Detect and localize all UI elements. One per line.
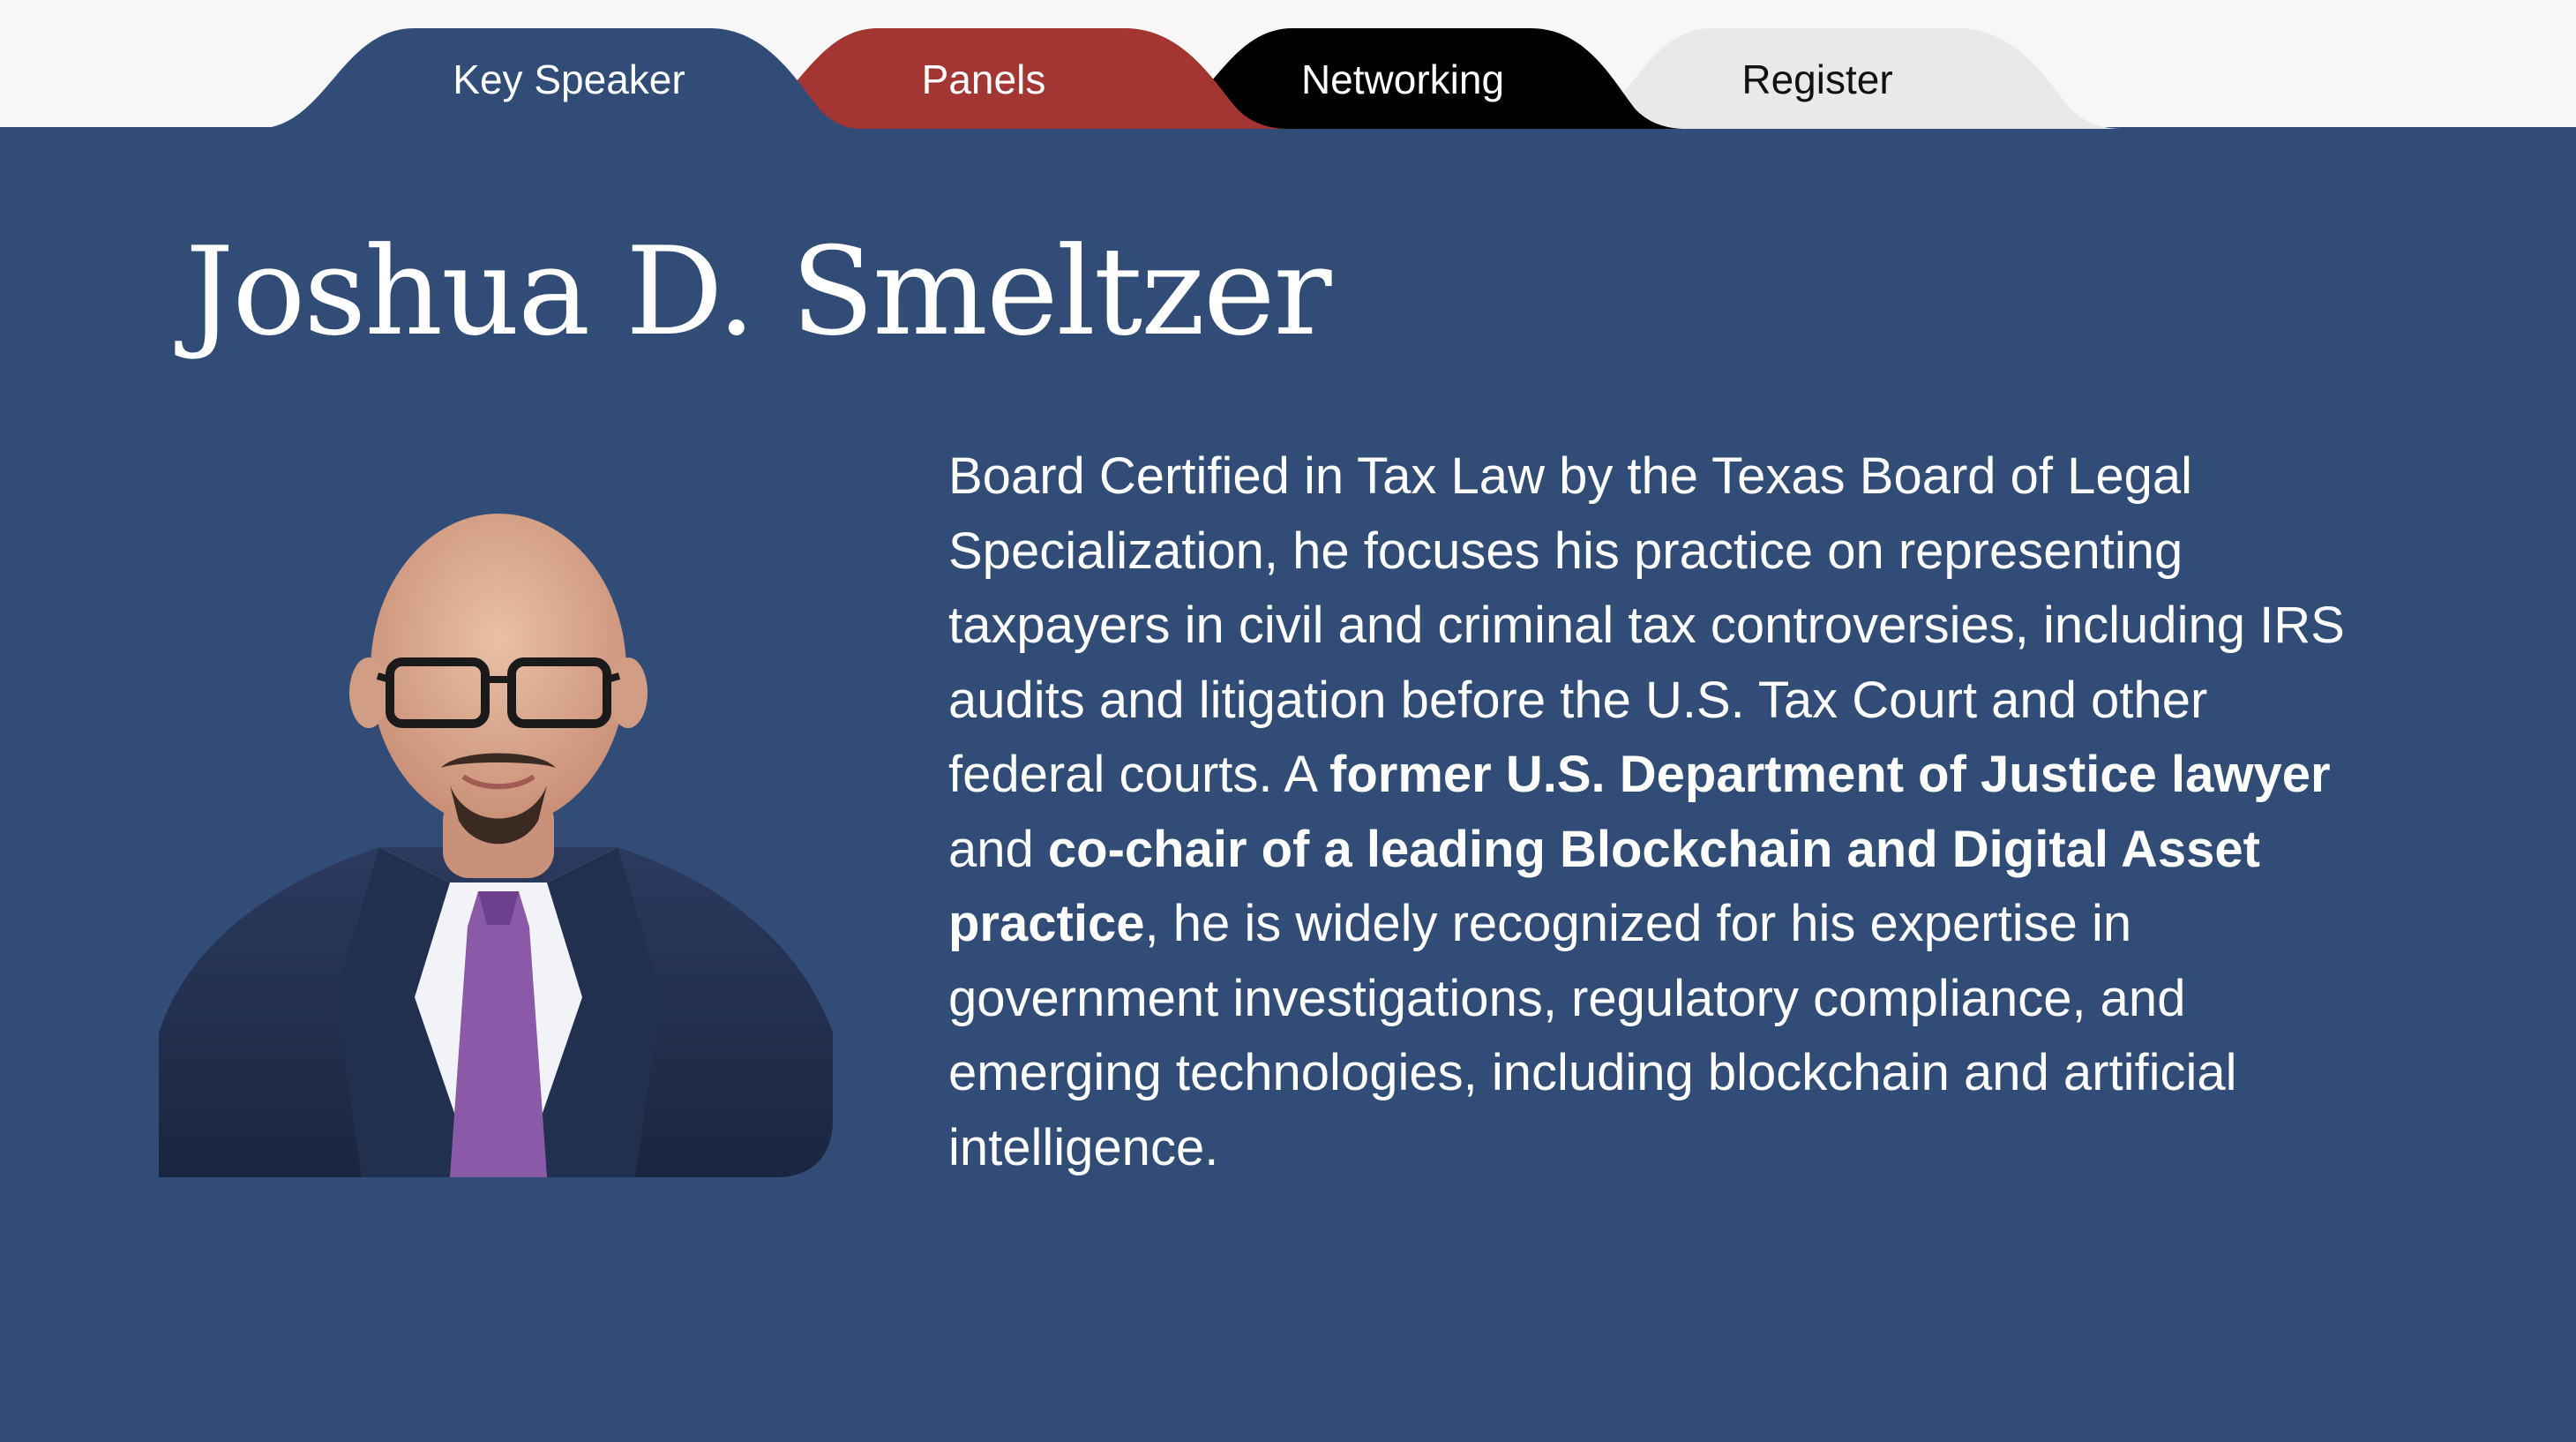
speaker-bio: Board Certified in Tax Law by the Texas …	[948, 439, 2369, 1185]
speaker-name: Joshua D. Smeltzer	[185, 221, 1332, 363]
bio-highlight-doj: former U.S. Department of Justice lawyer	[1329, 746, 2331, 803]
bio-text-2: and	[948, 820, 1048, 878]
tab-key-speaker[interactable]: Key Speaker	[406, 46, 732, 113]
page: Key Speaker Panels Networking Register J…	[0, 0, 2576, 1442]
tab-networking[interactable]: Networking	[1253, 46, 1553, 113]
tab-register[interactable]: Register	[1685, 46, 1950, 113]
tab-panels[interactable]: Panels	[847, 46, 1120, 113]
tab-bar: Key Speaker Panels Networking Register	[0, 0, 2576, 129]
speaker-portrait-icon	[159, 514, 833, 1177]
